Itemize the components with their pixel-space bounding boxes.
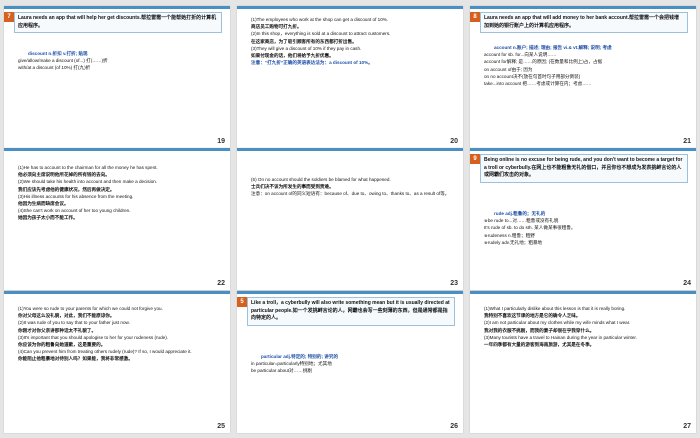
body-line: (2)It was rude of you to say that to you…	[18, 320, 130, 326]
body-line: 我对我的衣服不挑剔，而我的妻子却很在乎我穿什么。	[484, 327, 595, 333]
body-line: 我特别不喜欢这节课的地方是它的确令人乏味。	[484, 313, 581, 319]
slide-body: particular adj.特定的; 特别的; 讲究的 in particul…	[251, 353, 455, 375]
slide-25[interactable]: (1)You were so rude to your parents for …	[4, 291, 230, 433]
slide-22[interactable]: (1)He has to account to the chairman for…	[4, 148, 230, 290]
page-number: 24	[683, 280, 691, 287]
body-line: 在这家商店，为了吸引顾客所有的东西都打折出售。	[251, 38, 357, 44]
body-line: (1)What I particularly dislike about thi…	[484, 306, 626, 311]
body-line: It's rude of sb. to do sth. 某人做某事很粗鲁。	[484, 225, 576, 231]
slide-20[interactable]: (1)The employees who work at the shop ca…	[237, 6, 463, 148]
page-number: 20	[450, 138, 458, 145]
slide-heading: Being online is no excuse for being rude…	[480, 154, 688, 183]
slide-26[interactable]: 5 Like a troll，a cyberbully will also wr…	[237, 291, 463, 433]
slide-body: (1)He has to account to the chairman for…	[18, 164, 222, 222]
slide-top-bar	[470, 291, 696, 294]
body-line: (3)Many tourists have a travel to Hainan…	[484, 334, 637, 340]
body-line: (3)It's important that you should apolog…	[18, 334, 168, 340]
body-line: with/at a discount (of 10%) 打(九)折	[18, 65, 91, 71]
body-line: particular adj.特定的; 特别的; 讲究的	[261, 354, 339, 359]
body-line: 她因为孩子太小而不能工作。	[18, 215, 78, 221]
slide-top-bar	[4, 6, 230, 9]
body-line: discount n.折扣 v.打折; 贴现	[28, 51, 88, 56]
body-line: (4)Can you prevent him from treating oth…	[18, 349, 192, 355]
body-line: 你应该为你的粗鲁向她道歉，这是重要的。	[18, 342, 106, 348]
body-line: 你刚才对你父亲讲那种话太不礼貌了。	[18, 327, 97, 333]
page-number: 19	[217, 138, 225, 145]
slide-top-bar	[237, 291, 463, 294]
slide-badge: 5	[237, 297, 247, 307]
body-line: 注意：on account of的同义短语有：because of、due to…	[251, 191, 450, 197]
body-line: 他因为生病而缺席会议。	[18, 201, 69, 207]
body-line: (5) On no account should the soldiers be…	[251, 177, 391, 182]
body-line: on account of由于; 因为	[484, 66, 533, 72]
body-line: (2)We should take his health into accoun…	[18, 179, 158, 185]
body-line: (1)He has to account to the chairman for…	[18, 165, 158, 170]
body-line: (1)You were so rude to your parents for …	[18, 306, 163, 311]
body-line: 我们应该先考虑他的健康状况，然后再做决定。	[18, 186, 115, 192]
body-line: rude adj.粗鲁的；无礼的	[494, 211, 546, 216]
body-line: ※rudeness n.粗鲁；粗野	[484, 232, 535, 238]
page-number: 26	[450, 423, 458, 430]
body-line: 商店员工购物可打九折。	[251, 24, 302, 30]
slide-top-bar	[237, 6, 463, 9]
body-line: ※rudely adv.无礼地；粗暴地	[484, 239, 543, 245]
slide-23[interactable]: (5) On no account should the soldiers be…	[237, 148, 463, 290]
slide-heading: Laura needs an app that will add money t…	[480, 12, 688, 34]
body-line: 一年四季都有大量的游客到海南旅游，尤其是在冬季。	[484, 342, 595, 348]
slide-badge: 9	[470, 154, 480, 164]
page-number: 27	[683, 423, 691, 430]
body-line: 注意：“打九折”正确的英语表达法为：a discount of 10%。	[251, 60, 373, 66]
slide-21[interactable]: 8 Laura needs an app that will add money…	[470, 6, 696, 148]
body-line: 如果付现金的话，他们将给予九折优惠。	[251, 53, 334, 59]
page-number: 22	[217, 280, 225, 287]
slide-body: rude adj.粗鲁的；无礼的 ※be rude to...对……粗鲁或没有礼…	[484, 210, 688, 246]
body-line: account for解释; 是……的原因; (在数量和比例上)占，占据	[484, 59, 603, 65]
slide-body: (1)What I particularly dislike about thi…	[484, 305, 688, 348]
slide-top-bar	[4, 291, 230, 294]
body-line: (1)The employees who work at the shop ca…	[251, 17, 389, 22]
body-line: (2)In this shop，everything is sold at a …	[251, 31, 391, 37]
body-line: (3)They will give a discount of 10% if t…	[251, 45, 362, 51]
body-line: be particular about对……挑剔	[251, 368, 313, 374]
slide-heading: Laura needs an app that will help her ge…	[14, 12, 222, 34]
body-line: ※be rude to...对……粗鲁或没有礼貌	[484, 218, 559, 224]
slide-top-bar	[470, 6, 696, 9]
slide-top-bar	[470, 148, 696, 151]
page-number: 21	[683, 138, 691, 145]
page-number: 23	[450, 280, 458, 287]
slide-body: (5) On no account should the soldiers be…	[251, 176, 455, 198]
slide-top-bar	[237, 148, 463, 151]
slide-body: (1)The employees who work at the shop ca…	[251, 16, 455, 66]
body-line: give/allow/make a discount (of...) 打(……)…	[18, 58, 108, 64]
slide-top-bar	[4, 148, 230, 151]
page-number: 25	[217, 423, 225, 430]
body-line: 你能阻止他粗暴地对待别人吗？如果能，我将非常感激。	[18, 356, 133, 362]
body-line: 你对父母这么没礼貌，对此，我们不能原谅你。	[18, 313, 115, 319]
body-line: 士兵们决不该为所发生的事而受到责难。	[251, 184, 334, 190]
slide-body: (1)You were so rude to your parents for …	[18, 305, 222, 363]
body-line: on no account决不(放在句首时句子用部分倒装)	[484, 73, 581, 79]
slide-heading: Like a troll，a cyberbully will also writ…	[247, 297, 455, 326]
slide-19[interactable]: 7 Laura needs an app that will help her …	[4, 6, 230, 148]
slide-27[interactable]: (1)What I particularly dislike about thi…	[470, 291, 696, 433]
body-line: account n.账户; 描述; 理由; 报告 vi.& vt.解释; 说明;…	[494, 45, 612, 50]
slide-badge: 8	[470, 12, 480, 22]
slide-body: discount n.折扣 v.打折; 贴现 give/allow/make a…	[18, 50, 222, 72]
slide-badge: 7	[4, 12, 14, 22]
slide-body: account n.账户; 描述; 理由; 报告 vi.& vt.解释; 说明;…	[484, 44, 688, 87]
body-line: 他必须向主席说明他所花掉的所有钱的去向。	[18, 172, 110, 178]
body-line: (2)I am not particular about my clothes …	[484, 320, 631, 326]
body-line: (3)His illness accounts for his absence …	[18, 193, 134, 199]
body-line: (4)She can't work on account of her too …	[18, 208, 131, 214]
body-line: take...into account 把……考虑或计算在内；考虑……	[484, 81, 592, 87]
slide-24[interactable]: 9 Being online is no excuse for being ru…	[470, 148, 696, 290]
body-line: in particular=particularly特别地；尤其地	[251, 361, 332, 367]
body-line: account for sb. for...向某人说明……	[484, 52, 557, 58]
